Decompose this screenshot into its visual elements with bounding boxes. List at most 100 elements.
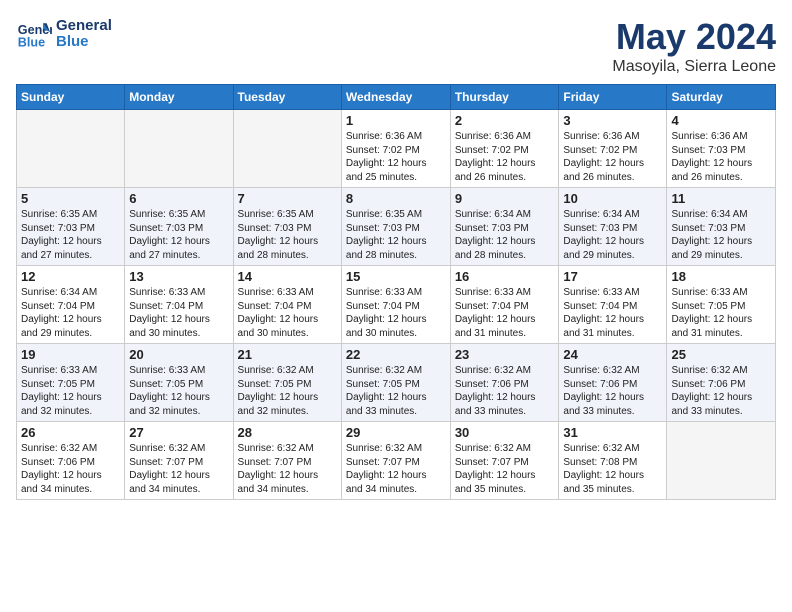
logo: General Blue General Blue (16, 16, 112, 52)
day-number: 31 (563, 425, 662, 440)
calendar-cell: 20 Sunrise: 6:33 AM Sunset: 7:05 PM Dayli… (125, 344, 233, 422)
calendar-cell: 27Sunrise: 6:32 AM Sunset: 7:07 PM Dayli… (125, 422, 233, 500)
weekday-header-sunday: Sunday (17, 85, 125, 110)
cell-content: Sunrise: 6:35 AM Sunset: 7:03 PM Dayligh… (346, 208, 446, 262)
cell-content: Sunrise: 6:32 AM Sunset: 7:07 PM Dayligh… (129, 442, 228, 496)
location-subtitle: Masoyila, Sierra Leone (612, 58, 776, 76)
day-number: 19 (21, 347, 120, 362)
day-number: 3 (563, 113, 662, 128)
cell-content: Sunrise: 6:36 AM Sunset: 7:03 PM Dayligh… (671, 130, 771, 184)
cell-content: Sunrise: 6:34 AM Sunset: 7:03 PM Dayligh… (563, 208, 662, 262)
month-title: May 2024 (612, 16, 776, 58)
calendar-cell (125, 110, 233, 188)
cell-content: Sunrise: 6:32 AM Sunset: 7:06 PM Dayligh… (671, 364, 771, 418)
calendar-cell: 16 Sunrise: 6:33 AM Sunset: 7:04 PM Dayli… (450, 266, 559, 344)
weekday-header-thursday: Thursday (450, 85, 559, 110)
cell-content: Sunrise: 6:34 AM Sunset: 7:04 PM Dayligh… (21, 286, 120, 340)
calendar-cell: 2 Sunrise: 6:36 AM Sunset: 7:02 PM Daylig… (450, 110, 559, 188)
cell-content: Sunrise: 6:32 AM Sunset: 7:07 PM Dayligh… (346, 442, 446, 496)
calendar-cell: 18Sunrise: 6:33 AM Sunset: 7:05 PM Dayli… (667, 266, 776, 344)
cell-content: Sunrise: 6:33 AM Sunset: 7:05 PM Dayligh… (129, 364, 228, 418)
day-number: 22 (346, 347, 446, 362)
calendar-cell: 30 Sunrise: 6:32 AM Sunset: 7:07 PM Dayli… (450, 422, 559, 500)
day-number: 9 (455, 191, 555, 206)
weekday-header-tuesday: Tuesday (233, 85, 341, 110)
cell-content: Sunrise: 6:32 AM Sunset: 7:05 PM Dayligh… (238, 364, 337, 418)
day-number: 17 (563, 269, 662, 284)
cell-content: Sunrise: 6:33 AM Sunset: 7:04 PM Dayligh… (129, 286, 228, 340)
weekday-header-friday: Friday (559, 85, 667, 110)
calendar-cell: 3Sunrise: 6:36 AM Sunset: 7:02 PM Daylig… (559, 110, 667, 188)
cell-content: Sunrise: 6:36 AM Sunset: 7:02 PM Dayligh… (346, 130, 446, 184)
calendar-cell: 11 Sunrise: 6:34 AM Sunset: 7:03 PM Dayli… (667, 188, 776, 266)
day-number: 6 (129, 191, 228, 206)
cell-content: Sunrise: 6:33 AM Sunset: 7:04 PM Dayligh… (346, 286, 446, 340)
day-number: 15 (346, 269, 446, 284)
cell-content: Sunrise: 6:33 AM Sunset: 7:04 PM Dayligh… (563, 286, 662, 340)
calendar-cell: 15 Sunrise: 6:33 AM Sunset: 7:04 PM Dayli… (341, 266, 450, 344)
cell-content: Sunrise: 6:36 AM Sunset: 7:02 PM Dayligh… (455, 130, 555, 184)
calendar-cell: 25Sunrise: 6:32 AM Sunset: 7:06 PM Dayli… (667, 344, 776, 422)
calendar-cell (17, 110, 125, 188)
calendar-table: SundayMondayTuesdayWednesdayThursdayFrid… (16, 84, 776, 500)
page-header: General Blue General Blue May 2024 Masoy… (16, 16, 776, 76)
calendar-cell: 24 Sunrise: 6:32 AM Sunset: 7:06 PM Dayli… (559, 344, 667, 422)
calendar-week-1: 1 Sunrise: 6:36 AM Sunset: 7:02 PM Daylig… (17, 110, 776, 188)
calendar-cell: 29Sunrise: 6:32 AM Sunset: 7:07 PM Dayli… (341, 422, 450, 500)
logo-blue: Blue (56, 34, 112, 51)
calendar-cell: 6 Sunrise: 6:35 AM Sunset: 7:03 PM Daylig… (125, 188, 233, 266)
calendar-week-3: 12 Sunrise: 6:34 AM Sunset: 7:04 PM Dayli… (17, 266, 776, 344)
day-number: 14 (238, 269, 337, 284)
day-number: 16 (455, 269, 555, 284)
calendar-cell: 26 Sunrise: 6:32 AM Sunset: 7:06 PM Dayli… (17, 422, 125, 500)
day-number: 4 (671, 113, 771, 128)
calendar-cell: 8Sunrise: 6:35 AM Sunset: 7:03 PM Daylig… (341, 188, 450, 266)
calendar-cell: 22Sunrise: 6:32 AM Sunset: 7:05 PM Dayli… (341, 344, 450, 422)
cell-content: Sunrise: 6:32 AM Sunset: 7:06 PM Dayligh… (455, 364, 555, 418)
calendar-cell: 12 Sunrise: 6:34 AM Sunset: 7:04 PM Dayli… (17, 266, 125, 344)
cell-content: Sunrise: 6:32 AM Sunset: 7:06 PM Dayligh… (21, 442, 120, 496)
cell-content: Sunrise: 6:33 AM Sunset: 7:05 PM Dayligh… (671, 286, 771, 340)
calendar-cell: 1 Sunrise: 6:36 AM Sunset: 7:02 PM Daylig… (341, 110, 450, 188)
day-number: 1 (346, 113, 446, 128)
day-number: 13 (129, 269, 228, 284)
calendar-week-2: 5 Sunrise: 6:35 AM Sunset: 7:03 PM Daylig… (17, 188, 776, 266)
cell-content: Sunrise: 6:32 AM Sunset: 7:08 PM Dayligh… (563, 442, 662, 496)
calendar-cell: 21 Sunrise: 6:32 AM Sunset: 7:05 PM Dayli… (233, 344, 341, 422)
calendar-cell: 13 Sunrise: 6:33 AM Sunset: 7:04 PM Dayli… (125, 266, 233, 344)
calendar-cell (667, 422, 776, 500)
day-number: 12 (21, 269, 120, 284)
calendar-cell: 23Sunrise: 6:32 AM Sunset: 7:06 PM Dayli… (450, 344, 559, 422)
day-number: 2 (455, 113, 555, 128)
cell-content: Sunrise: 6:32 AM Sunset: 7:07 PM Dayligh… (238, 442, 337, 496)
calendar-cell: 4 Sunrise: 6:36 AM Sunset: 7:03 PM Daylig… (667, 110, 776, 188)
cell-content: Sunrise: 6:33 AM Sunset: 7:04 PM Dayligh… (455, 286, 555, 340)
cell-content: Sunrise: 6:34 AM Sunset: 7:03 PM Dayligh… (671, 208, 771, 262)
cell-content: Sunrise: 6:35 AM Sunset: 7:03 PM Dayligh… (21, 208, 120, 262)
day-number: 26 (21, 425, 120, 440)
cell-content: Sunrise: 6:32 AM Sunset: 7:06 PM Dayligh… (563, 364, 662, 418)
cell-content: Sunrise: 6:35 AM Sunset: 7:03 PM Dayligh… (129, 208, 228, 262)
logo-general: General (56, 18, 112, 35)
weekday-header-monday: Monday (125, 85, 233, 110)
day-number: 30 (455, 425, 555, 440)
calendar-cell: 10 Sunrise: 6:34 AM Sunset: 7:03 PM Dayli… (559, 188, 667, 266)
day-number: 21 (238, 347, 337, 362)
calendar-header-row: SundayMondayTuesdayWednesdayThursdayFrid… (17, 85, 776, 110)
day-number: 28 (238, 425, 337, 440)
day-number: 5 (21, 191, 120, 206)
calendar-cell: 5 Sunrise: 6:35 AM Sunset: 7:03 PM Daylig… (17, 188, 125, 266)
day-number: 20 (129, 347, 228, 362)
cell-content: Sunrise: 6:33 AM Sunset: 7:05 PM Dayligh… (21, 364, 120, 418)
day-number: 11 (671, 191, 771, 206)
calendar-cell: 14Sunrise: 6:33 AM Sunset: 7:04 PM Dayli… (233, 266, 341, 344)
day-number: 24 (563, 347, 662, 362)
day-number: 10 (563, 191, 662, 206)
calendar-cell (233, 110, 341, 188)
weekday-header-wednesday: Wednesday (341, 85, 450, 110)
cell-content: Sunrise: 6:32 AM Sunset: 7:07 PM Dayligh… (455, 442, 555, 496)
title-block: May 2024 Masoyila, Sierra Leone (612, 16, 776, 76)
logo-icon: General Blue (16, 16, 52, 52)
calendar-cell: 17 Sunrise: 6:33 AM Sunset: 7:04 PM Dayli… (559, 266, 667, 344)
calendar-cell: 31 Sunrise: 6:32 AM Sunset: 7:08 PM Dayli… (559, 422, 667, 500)
